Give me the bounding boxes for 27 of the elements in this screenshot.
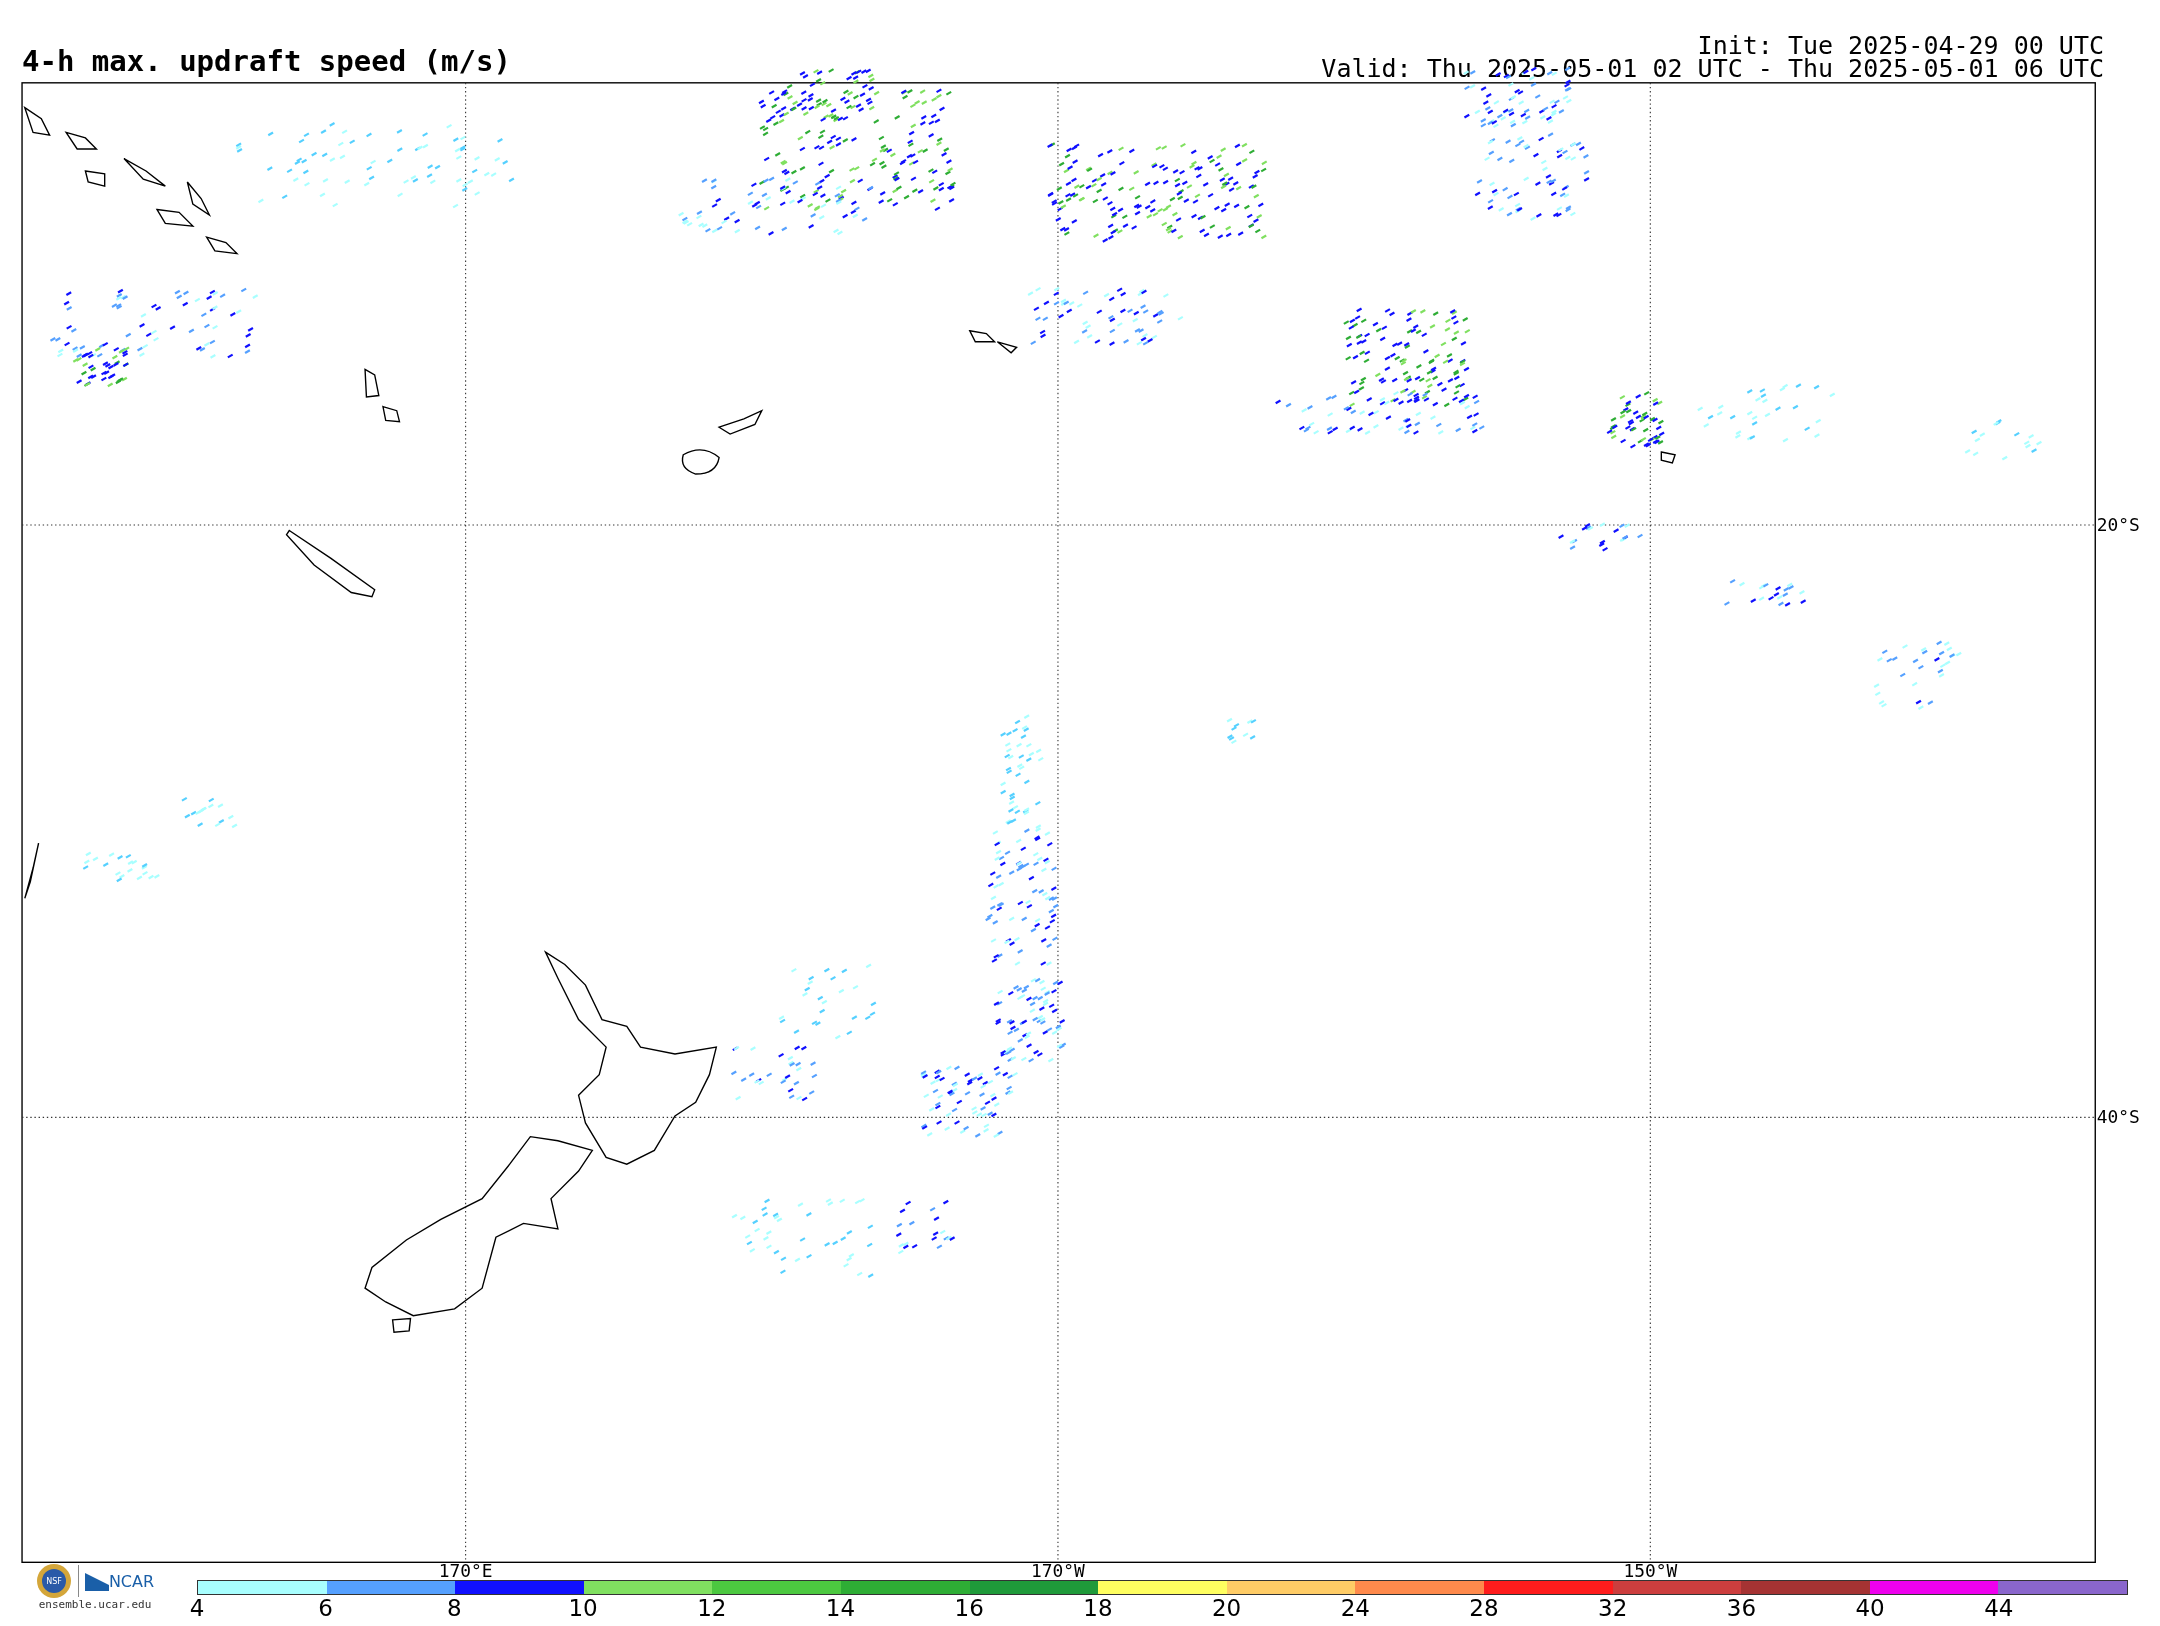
ncar-mark-icon	[84, 1571, 109, 1591]
nsf-seal-icon: NSF	[35, 1563, 72, 1599]
colorbar-tick-label: 12	[697, 1595, 727, 1621]
colorbar-tick-label: 16	[954, 1595, 984, 1621]
valid-time: Valid: Thu 2025-05-01 02 UTC - Thu 2025-05-01 06 UTC	[1321, 57, 2104, 80]
colorbar-tick-label: 6	[318, 1595, 333, 1621]
colorbar-tick-label: 4	[189, 1595, 205, 1621]
init-time: Init: Tue 2025-04-29 00 UTC	[1697, 34, 2104, 57]
colorbar-tick-label: 24	[1340, 1595, 1370, 1621]
colorbar-tick-label: 44	[1984, 1595, 2014, 1621]
latitude-label: 20°S	[2096, 513, 2140, 535]
longitude-label: 170°E	[438, 1560, 493, 1581]
colorbar-tick-label: 20	[1211, 1595, 1242, 1621]
colorbar-tick-label: 40	[1855, 1595, 1885, 1621]
colorbar-tick-label: 8	[447, 1595, 462, 1621]
longitude-label: 150°W	[1623, 1560, 1678, 1581]
colorbar-tick-label: 36	[1726, 1595, 1757, 1621]
colorbar-tick-label: 28	[1469, 1595, 1499, 1621]
ncar-logo-text: NCAR	[108, 1571, 155, 1591]
longitude-label: 170°W	[1031, 1560, 1085, 1581]
colorbar-tick-label: 10	[568, 1595, 598, 1621]
colorbar-tick-label: 18	[1083, 1595, 1113, 1621]
colorbar-tick-label: 14	[825, 1595, 856, 1621]
latitude-label: 40°S	[2096, 1105, 2140, 1127]
colorbar-tick-label: 32	[1598, 1595, 1628, 1621]
chart-title: 4-h max. updraft speed (m/s)	[22, 44, 511, 80]
website-url: ensemble.ucar.edu	[38, 1598, 152, 1611]
